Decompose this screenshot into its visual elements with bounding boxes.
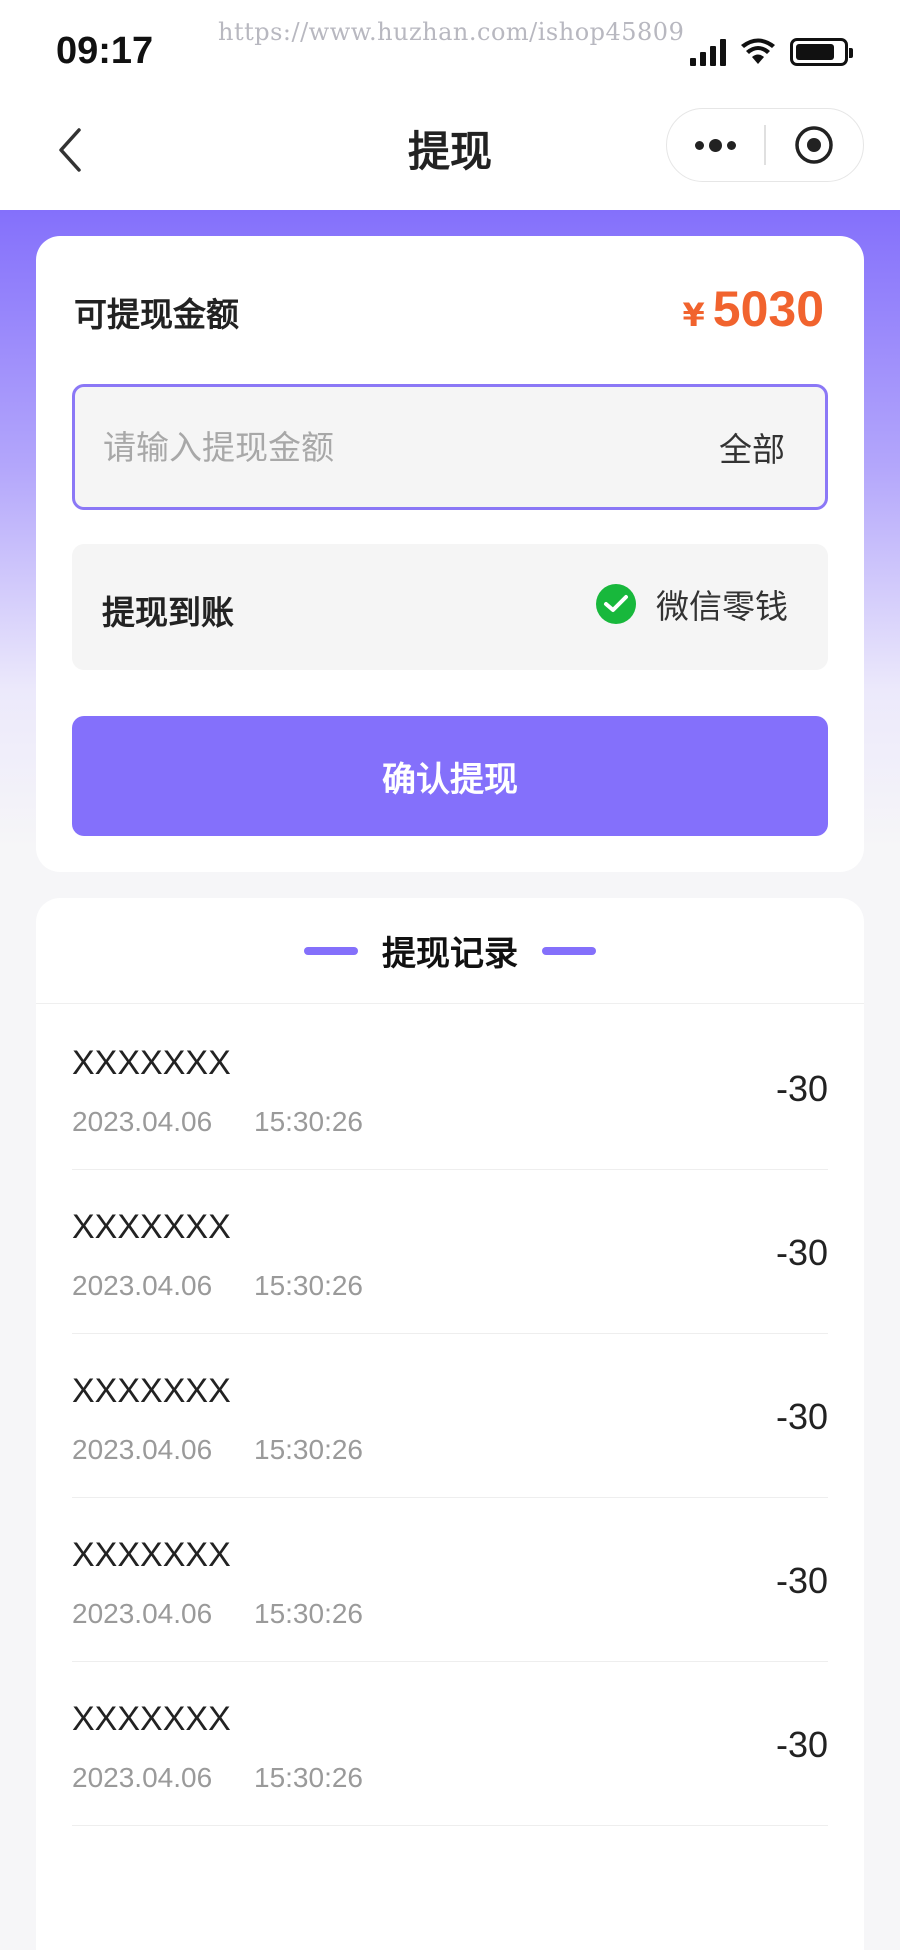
record-name: XXXXXXX: [72, 1700, 231, 1738]
more-dots-icon: [695, 138, 737, 152]
record-name: XXXXXXX: [72, 1208, 231, 1246]
signal-icon: [690, 38, 726, 66]
available-amount-value: 5030: [712, 281, 824, 337]
list-item: XXXXXXX 2023.04.06 15:30:26 -30: [72, 1662, 828, 1826]
record-date: 2023.04.06: [72, 1106, 213, 1137]
list-item: XXXXXXX 2023.04.06 15:30:26 -30: [72, 1170, 828, 1334]
confirm-withdraw-button[interactable]: 确认提现: [72, 716, 828, 836]
record-amount: -30: [775, 1724, 828, 1765]
record-time: 15:30:26: [254, 1434, 363, 1465]
record-name: XXXXXXX: [72, 1372, 231, 1410]
available-amount-label: 可提现金额: [74, 295, 239, 334]
arrive-method-row[interactable]: 提现到账 微信零钱: [72, 544, 828, 670]
title-decor-left: [304, 946, 358, 955]
close-mini-program-button[interactable]: [766, 109, 863, 181]
watermark-text: https://www.huzhan.com/ishop45809: [218, 18, 685, 46]
nav-bar: 提现: [0, 100, 900, 210]
record-time: 15:30:26: [254, 1762, 363, 1793]
record-time: 15:30:26: [254, 1598, 363, 1629]
withdraw-all-button[interactable]: 全部: [719, 423, 785, 471]
arrive-method-label: 提现到账: [102, 593, 234, 632]
arrive-method: 微信零钱: [596, 580, 788, 628]
amount-input-box: 全部: [72, 384, 828, 510]
target-circle-icon: [795, 126, 834, 164]
list-item: XXXXXXX 2023.04.06 15:30:26 -30: [72, 1006, 828, 1170]
battery-icon: [790, 38, 853, 66]
record-amount: -30: [775, 1560, 828, 1601]
mini-program-capsule: [666, 108, 864, 182]
records-header: 提现记录: [36, 898, 864, 1004]
withdraw-screen: 09:17 https://www.huzhan.com/ishop45809: [0, 0, 900, 1950]
record-amount: -30: [775, 1068, 828, 1109]
arrive-method-value: 微信零钱: [656, 587, 788, 626]
more-button[interactable]: [667, 109, 764, 181]
record-name: XXXXXXX: [72, 1044, 231, 1082]
wifi-icon: [741, 38, 775, 64]
record-date: 2023.04.06: [72, 1434, 213, 1465]
record-list: XXXXXXX 2023.04.06 15:30:26 -30 XXXXXXX …: [72, 1006, 828, 1826]
record-time: 15:30:26: [254, 1106, 363, 1137]
list-item: XXXXXXX 2023.04.06 15:30:26 -30: [72, 1498, 828, 1662]
top-bar: 09:17 https://www.huzhan.com/ishop45809: [0, 0, 900, 210]
record-amount: -30: [775, 1232, 828, 1273]
record-name: XXXXXXX: [72, 1536, 231, 1574]
currency-symbol: ¥: [682, 296, 705, 334]
record-date: 2023.04.06: [72, 1762, 213, 1793]
available-amount: ¥ 5030: [683, 280, 825, 338]
record-amount: -30: [775, 1396, 828, 1437]
status-time: 09:17: [56, 30, 154, 72]
withdraw-records-card: 提现记录 XXXXXXX 2023.04.06 15:30:26 -30 XXX…: [36, 898, 864, 1950]
record-time: 15:30:26: [254, 1270, 363, 1301]
withdraw-amount-input[interactable]: [103, 387, 663, 507]
record-date: 2023.04.06: [72, 1598, 213, 1629]
status-icons: [690, 36, 853, 66]
wechat-icon: [596, 584, 636, 624]
status-bar: 09:17 https://www.huzhan.com/ishop45809: [0, 0, 900, 100]
withdraw-card: 可提现金额 ¥ 5030 全部 提现到账 微信零钱 确认提现: [36, 236, 864, 872]
list-item: XXXXXXX 2023.04.06 15:30:26 -30: [72, 1334, 828, 1498]
title-decor-right: [542, 946, 596, 955]
record-date: 2023.04.06: [72, 1270, 213, 1301]
records-title: 提现记录: [382, 934, 518, 974]
